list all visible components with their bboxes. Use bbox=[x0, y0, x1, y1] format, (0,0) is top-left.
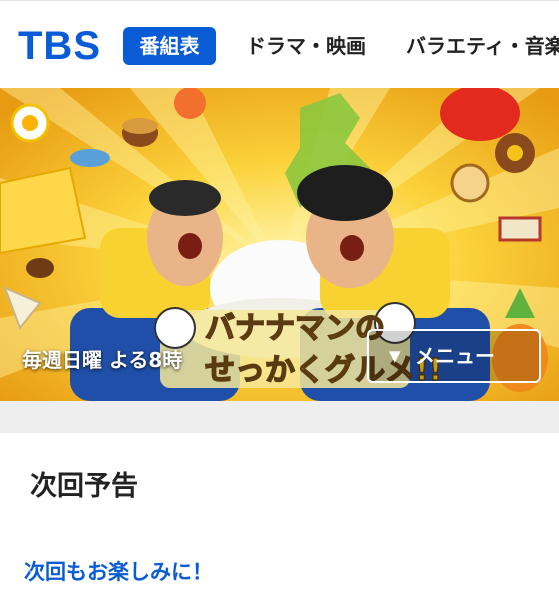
nav-tab-program-guide[interactable]: 番組表 bbox=[123, 27, 216, 65]
triangle-down-icon: ▼ bbox=[389, 347, 401, 365]
show-logo-top: バナナマンの bbox=[205, 311, 385, 346]
broadcast-schedule: 毎週日曜 よる8時 bbox=[22, 348, 183, 372]
nav-tab-variety-music[interactable]: バラエティ・音楽 bbox=[406, 27, 559, 65]
tbs-logo[interactable]: TBS bbox=[18, 23, 101, 69]
next-episode-message: 次回もお楽しみに！ bbox=[24, 560, 213, 584]
program-menu-button[interactable]: ▼ メニュー bbox=[367, 329, 541, 383]
menu-button-label: メニュー bbox=[415, 344, 495, 368]
site-header: TBS 番組表 ドラマ・映画 バラエティ・音楽 bbox=[0, 0, 559, 88]
nav-tab-drama-movie[interactable]: ドラマ・映画 bbox=[246, 27, 366, 65]
section-divider bbox=[0, 401, 559, 433]
section-title-next-episode: 次回予告 bbox=[30, 471, 138, 502]
